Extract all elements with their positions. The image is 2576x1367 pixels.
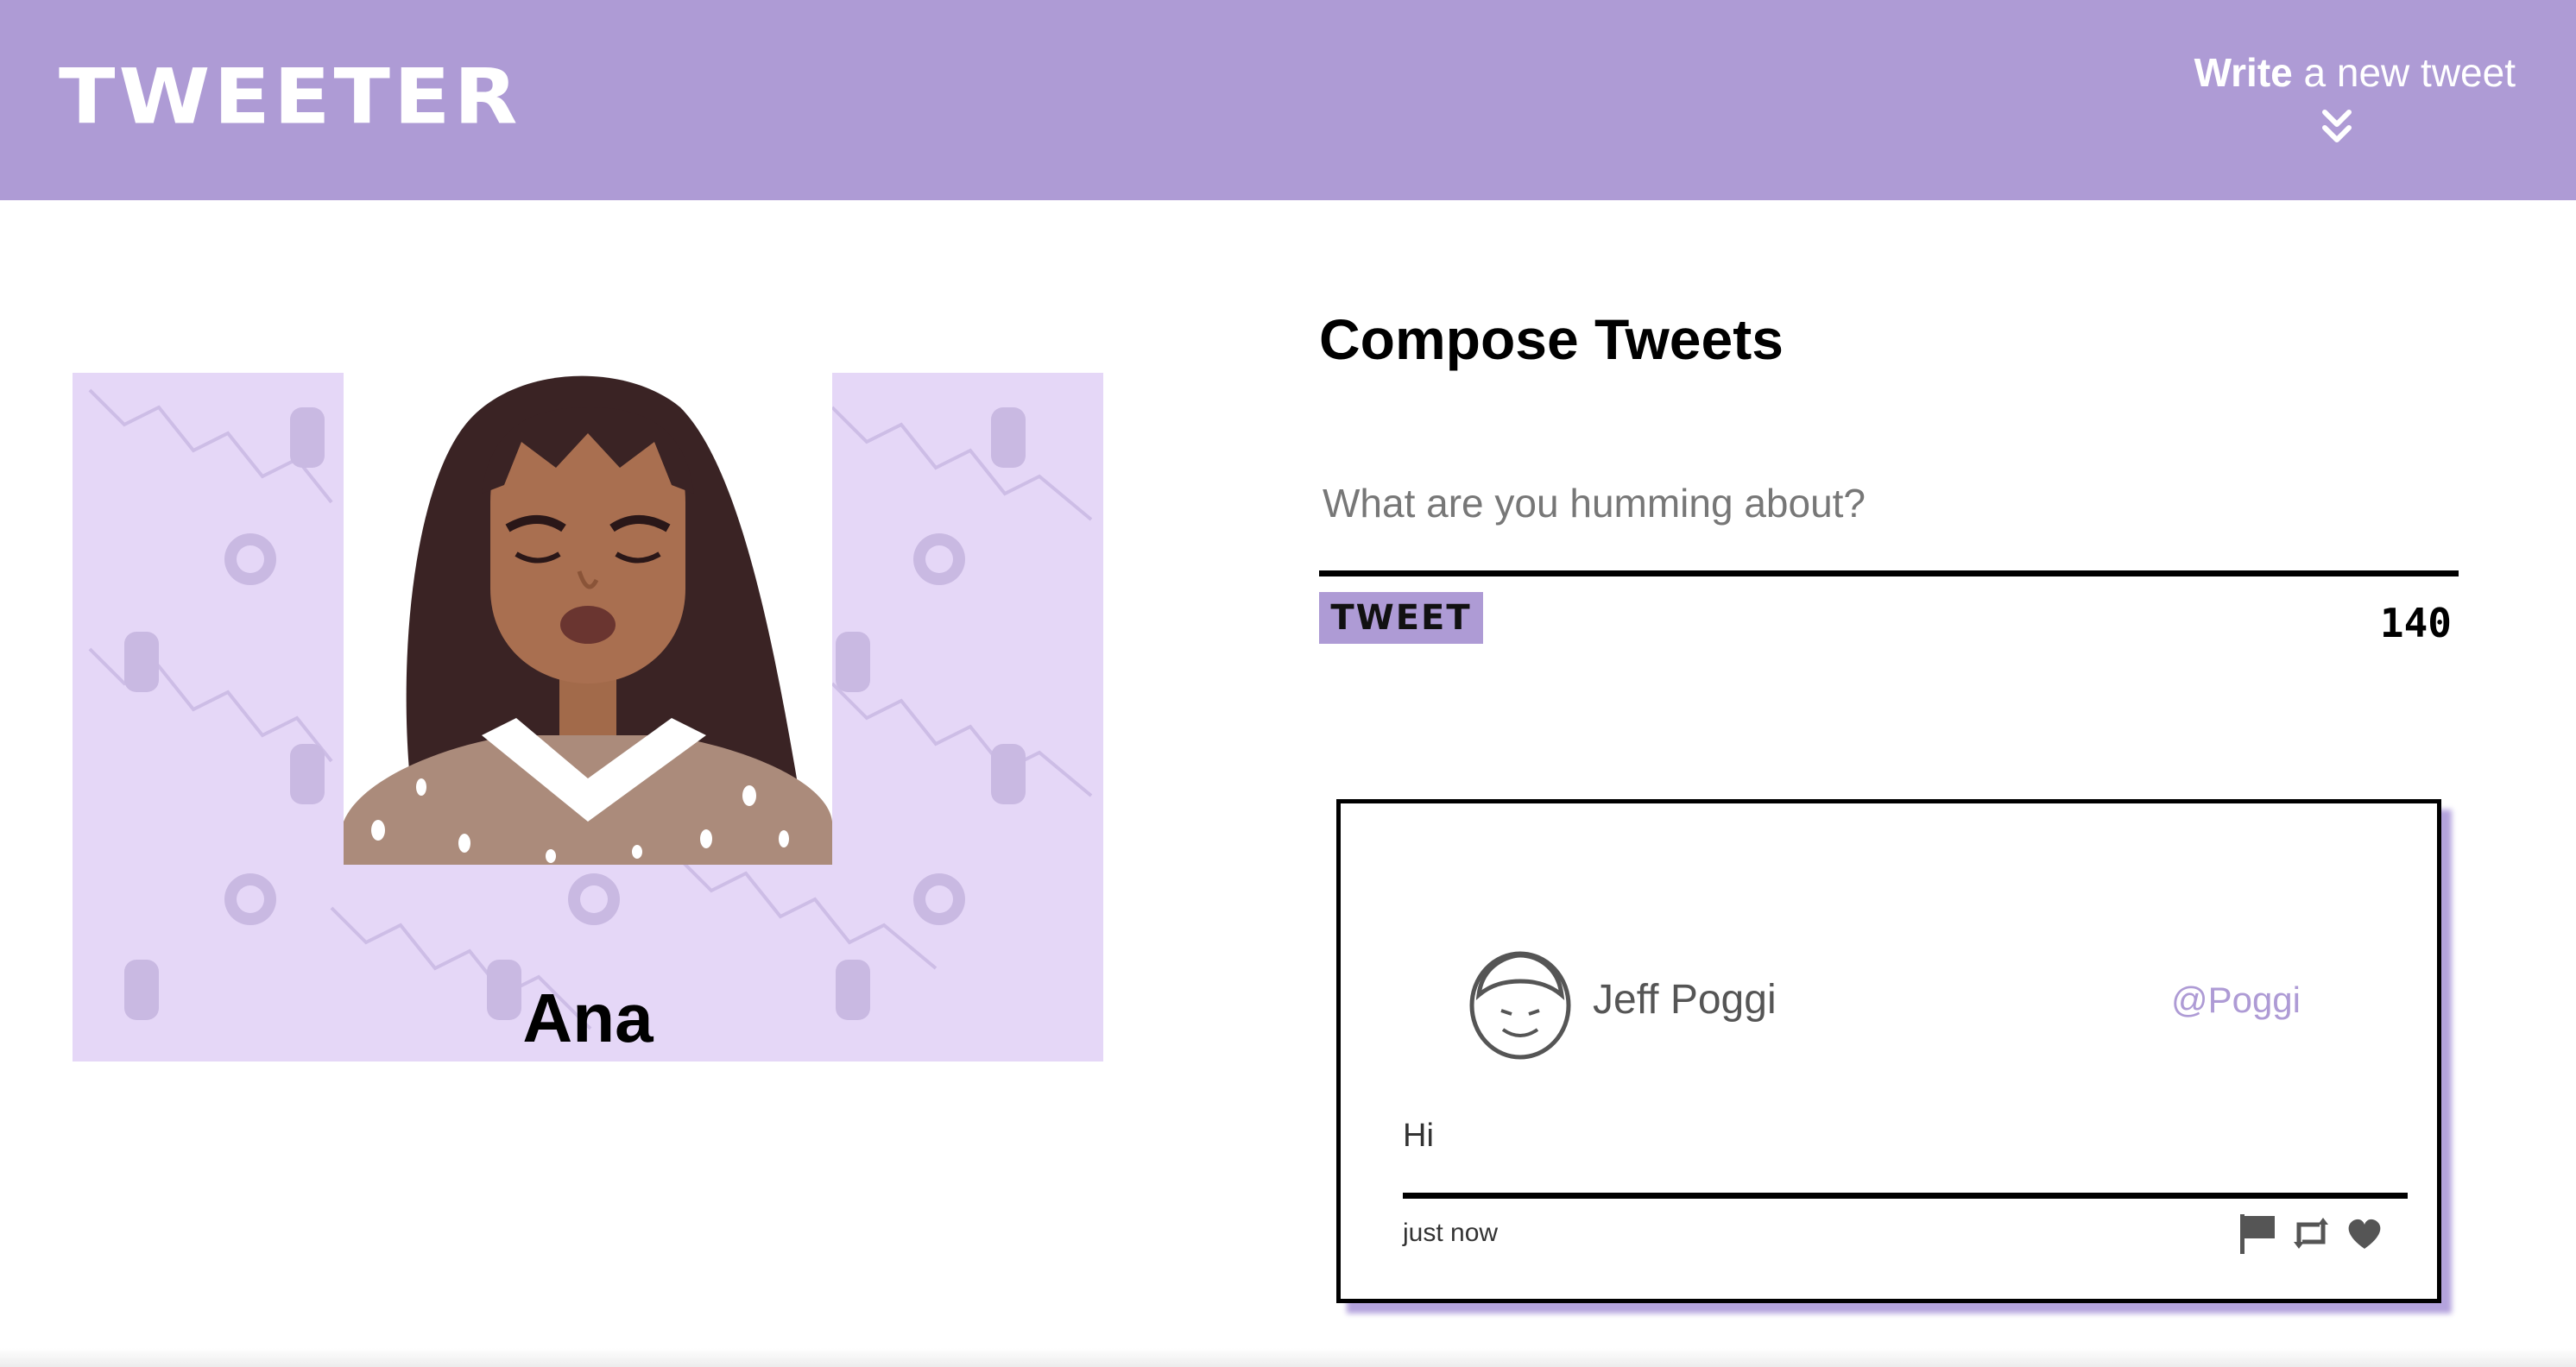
heart-icon[interactable] (2344, 1209, 2385, 1257)
write-link-rest: a new tweet (2292, 50, 2516, 95)
write-link-strong: Write (2194, 50, 2293, 95)
write-new-tweet-link[interactable]: Write a new tweet (2153, 45, 2516, 100)
retweet-icon[interactable] (2290, 1209, 2332, 1257)
tweet-author-name: Jeff Poggi (1593, 977, 1777, 1023)
tweet-body-text: Hi (1403, 1118, 2408, 1199)
user-portrait-icon (344, 373, 832, 865)
flag-icon[interactable] (2237, 1209, 2278, 1257)
tweet-timestamp: just now (1403, 1219, 1499, 1247)
compose-tweet-input[interactable] (1319, 466, 2459, 576)
user-face-icon (1469, 951, 1571, 1060)
tweet-author-handle[interactable]: @Poggi (2171, 973, 2301, 1028)
tweet-submit-button[interactable]: TWEET (1319, 592, 1483, 644)
tweet-actions (2237, 1209, 2385, 1257)
page-bottom-shadow (0, 1348, 2576, 1367)
profile-avatar (344, 373, 832, 865)
compose-title: Compose Tweets (1319, 307, 1784, 371)
profile-card: Ana (73, 373, 1103, 1061)
character-counter: 140 (2379, 600, 2452, 646)
tweet-card: Jeff Poggi @Poggi Hi just now (1336, 799, 2441, 1303)
profile-name: Ana (522, 980, 653, 1056)
brand-logo[interactable]: TWEETER (59, 59, 521, 135)
top-nav-bar: TWEETER Write a new tweet (0, 0, 2576, 200)
double-chevron-down-icon[interactable] (2316, 107, 2358, 148)
